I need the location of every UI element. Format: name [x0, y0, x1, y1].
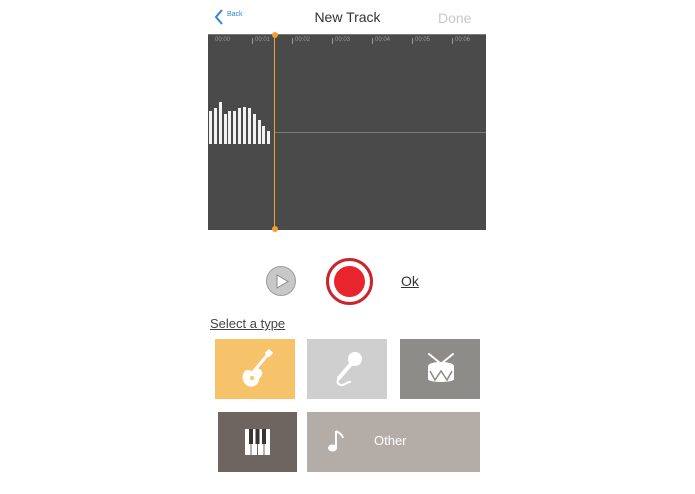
- playhead-bottom-handle[interactable]: [272, 226, 278, 232]
- type-tile-guitar[interactable]: [215, 339, 295, 399]
- done-button[interactable]: Done: [438, 10, 471, 26]
- type-tile-piano[interactable]: [218, 412, 297, 472]
- waveform-bar: [213, 108, 217, 144]
- select-type-label: Select a type: [210, 316, 286, 331]
- drum-icon: [428, 353, 454, 382]
- waveform-bar: [228, 111, 232, 144]
- waveform-bar: [267, 130, 271, 144]
- waveform-bar: [262, 126, 266, 144]
- waveform-bar: [247, 108, 251, 144]
- waveform-bar: [233, 111, 237, 144]
- waveform-bar: [218, 102, 222, 144]
- waveform-bars: [208, 34, 486, 230]
- waveform-bar: [238, 108, 242, 144]
- guitar-icon: [242, 349, 273, 387]
- waveform-bar: [223, 114, 227, 144]
- play-button[interactable]: [266, 266, 296, 296]
- music-note-icon: [328, 430, 344, 452]
- page-title: New Track: [314, 9, 381, 25]
- playhead-top-handle[interactable]: [272, 32, 278, 38]
- ok-button[interactable]: Ok: [401, 273, 419, 289]
- microphone-icon: [336, 352, 362, 387]
- record-button[interactable]: [326, 258, 373, 305]
- piano-icon: [245, 429, 270, 455]
- type-tile-microphone[interactable]: [307, 339, 387, 399]
- waveform-bar: [257, 120, 261, 144]
- play-icon: [276, 274, 289, 289]
- waveform-area[interactable]: 00:00 00:01 00:02 00:03 00:04 00:05 00:06: [208, 34, 486, 230]
- waveform-bar: [209, 111, 212, 144]
- waveform-bar: [252, 114, 256, 144]
- type-tile-other[interactable]: Other: [307, 412, 480, 472]
- playhead[interactable]: [274, 34, 275, 230]
- type-tile-drum[interactable]: [400, 339, 480, 399]
- tile-other-label: Other: [374, 433, 407, 448]
- waveform-bar: [242, 106, 246, 144]
- record-icon: [334, 266, 365, 297]
